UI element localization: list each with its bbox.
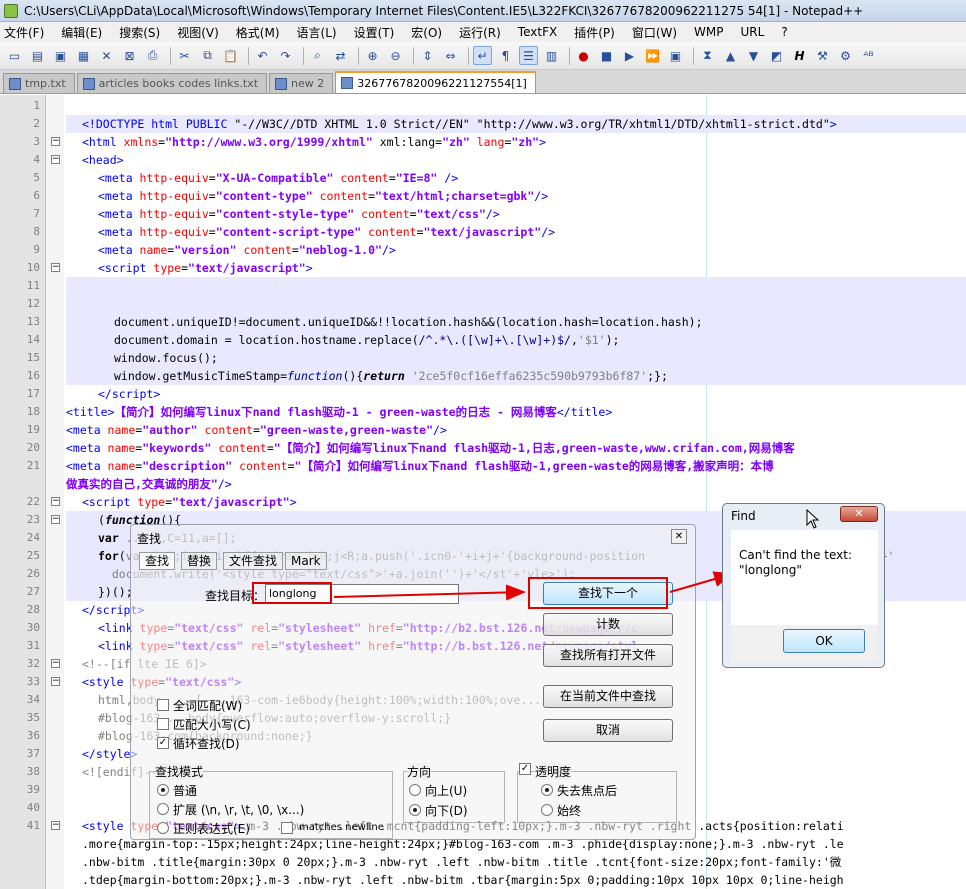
arrow-to-find-next bbox=[333, 584, 526, 601]
alert-message: Can't find the text: "longlong" bbox=[739, 548, 852, 578]
alert-message-line1: Can't find the text: bbox=[739, 548, 852, 562]
annotation-arrows bbox=[333, 571, 734, 601]
alert-title: Find bbox=[731, 509, 756, 523]
close-icon[interactable]: ✕ bbox=[840, 506, 878, 522]
mouse-cursor-icon bbox=[806, 509, 820, 529]
find-alert-dialog[interactable]: Find ✕ Can't find the text: "longlong" O… bbox=[722, 503, 885, 668]
alert-body: Can't find the text: "longlong" bbox=[731, 530, 878, 625]
alert-message-line2: "longlong" bbox=[739, 563, 802, 577]
ok-button[interactable]: OK bbox=[783, 629, 865, 653]
